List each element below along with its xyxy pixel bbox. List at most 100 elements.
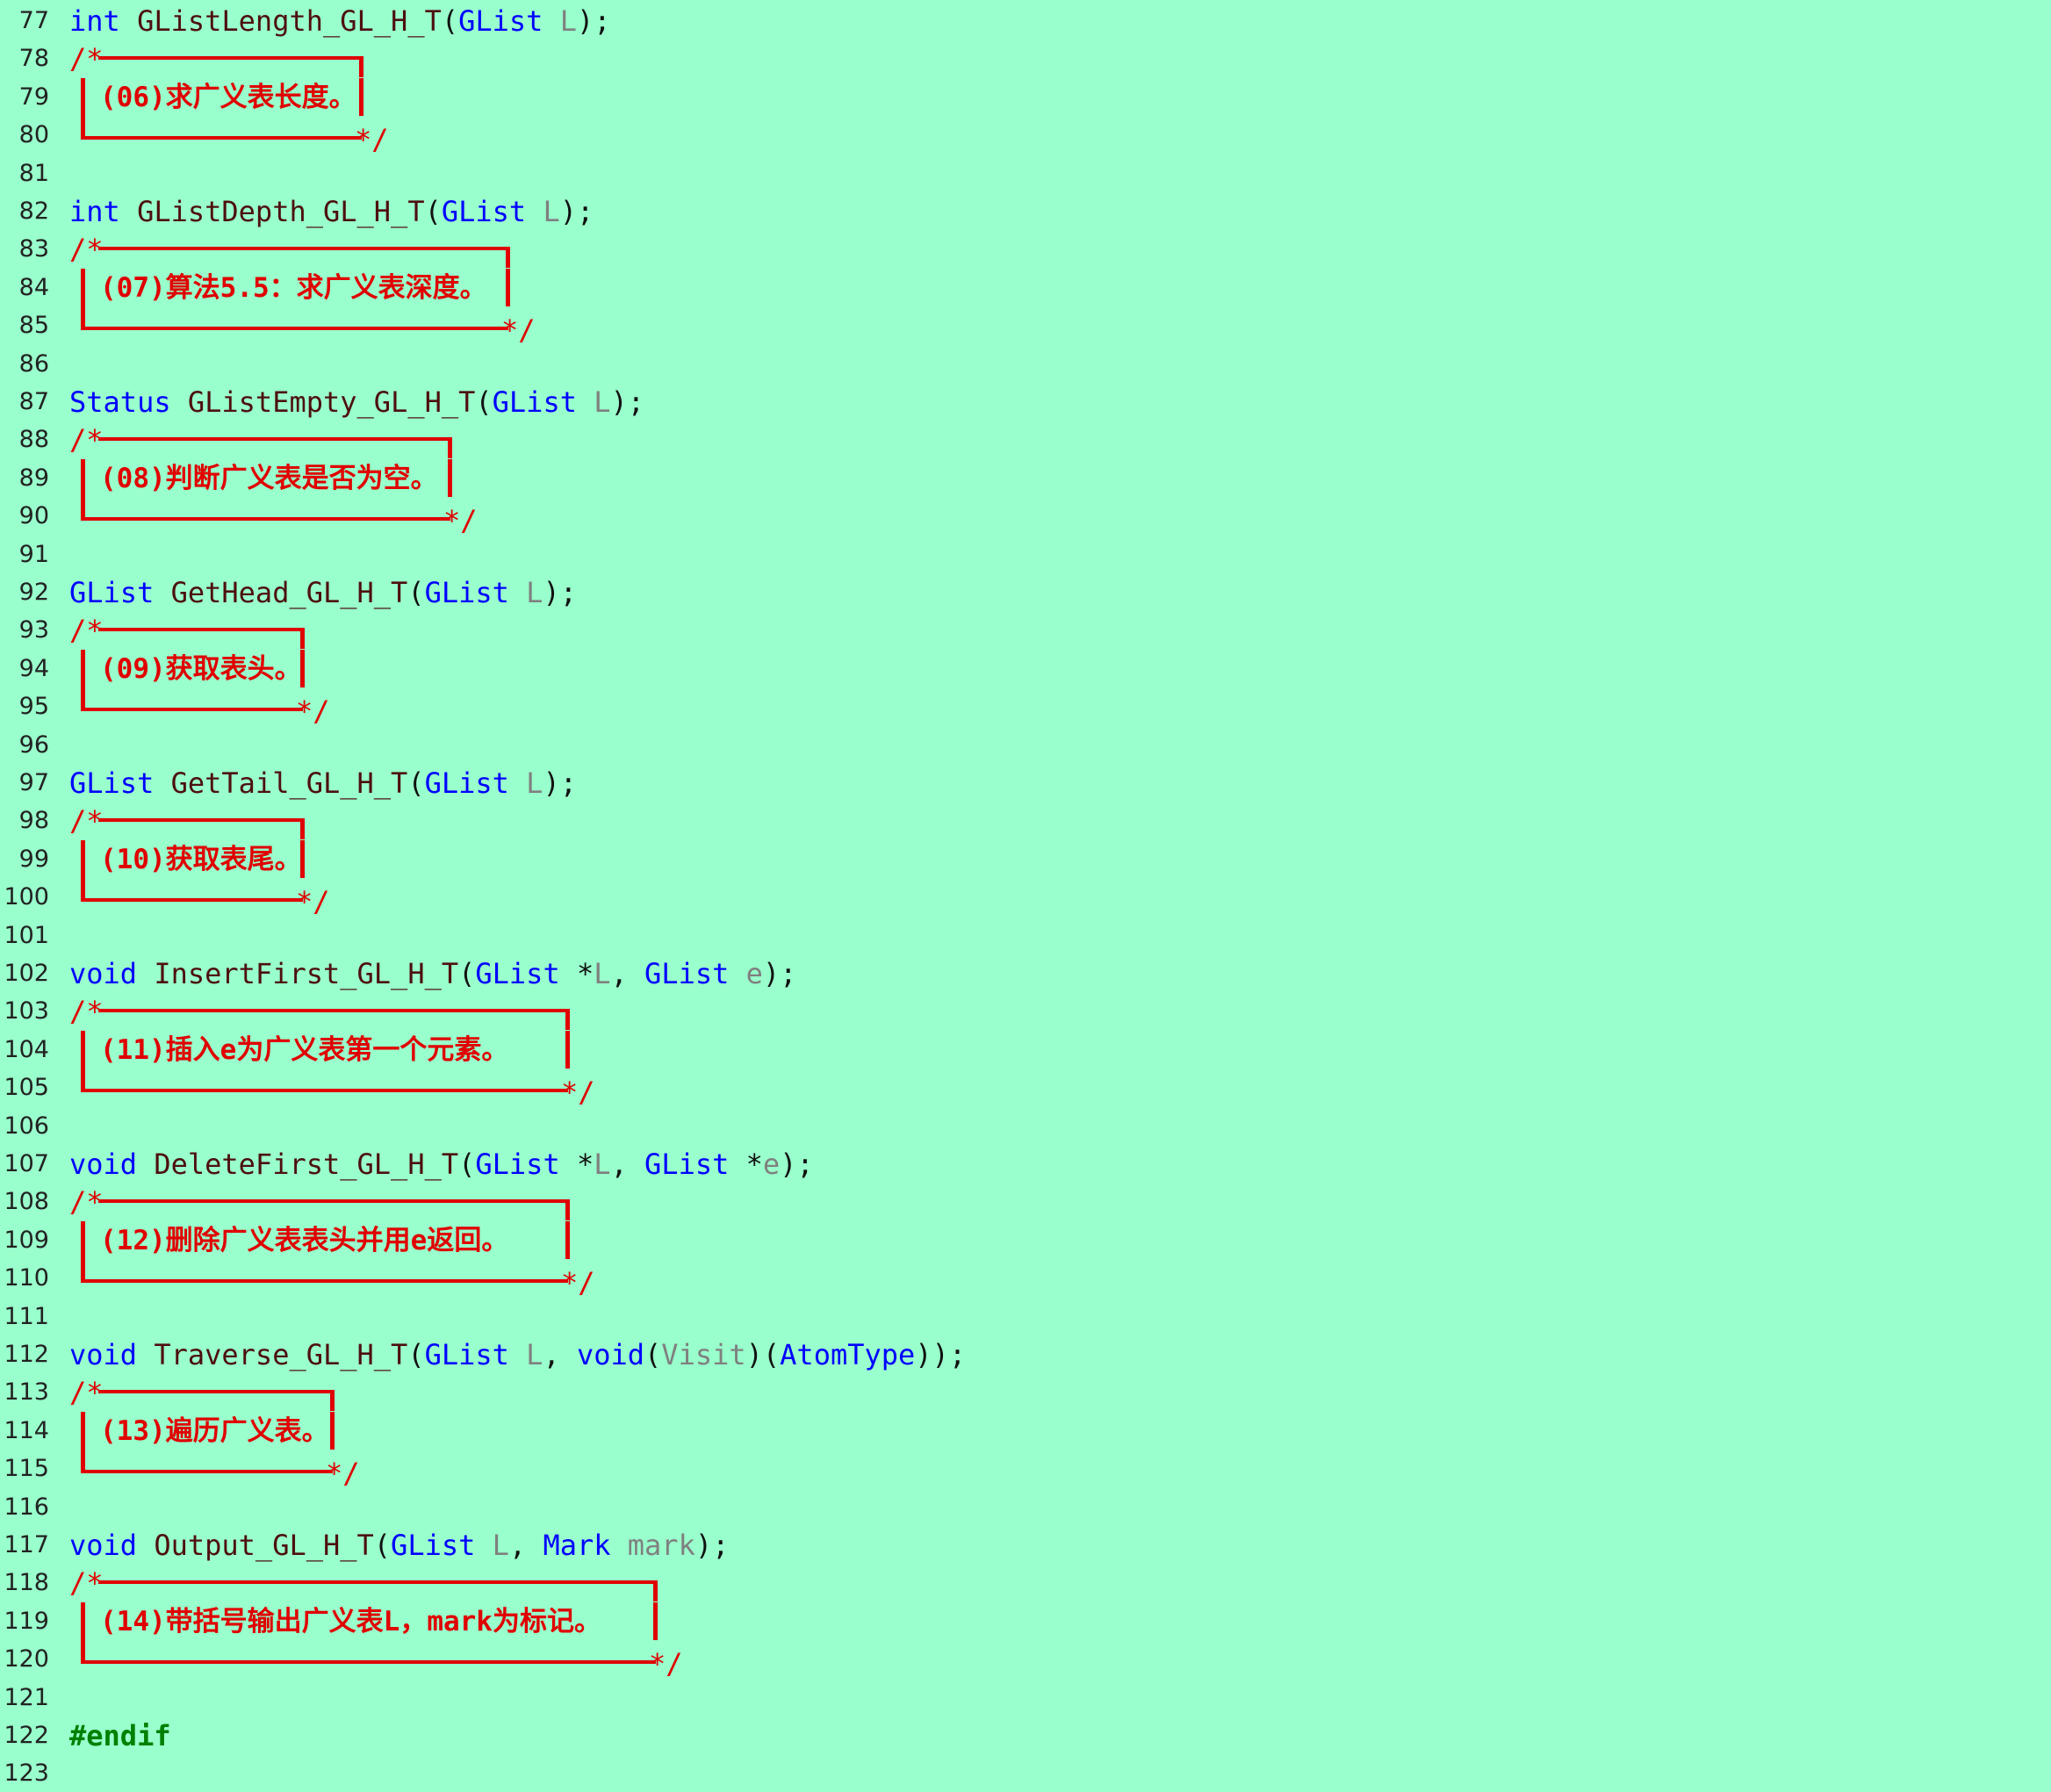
code-token: GList <box>424 1338 509 1371</box>
code-line[interactable]: 113/* <box>0 1373 2051 1412</box>
code-token: GList <box>644 1148 730 1181</box>
line-number: 99 <box>18 845 49 873</box>
code-line[interactable]: 122 #endif <box>0 1716 2051 1754</box>
code-editor[interactable]: 77 int GListLength_GL_H_T(GList L); 78/* 79… <box>0 0 2051 1788</box>
code-line[interactable]: 80 */ <box>0 116 2051 157</box>
code-line[interactable]: 114 (13)遍历广义表。 <box>0 1411 2051 1450</box>
code-line[interactable]: 102 void InsertFirst_GL_H_T(GList *L, GLi… <box>0 954 2051 992</box>
code-line[interactable]: 121 <box>0 1679 2051 1716</box>
code-line[interactable]: 78/* <box>0 40 2051 78</box>
code-line[interactable]: 96 <box>0 726 2051 764</box>
code-line[interactable]: 85 */ <box>0 306 2051 347</box>
code-token: L <box>526 1338 543 1371</box>
line-number: 104 <box>4 1035 49 1063</box>
code-token: Output_GL_H_T <box>154 1529 374 1562</box>
code-line[interactable]: 116 <box>0 1488 2051 1526</box>
comment-box-top-border <box>98 56 363 61</box>
comment-box-top-border <box>98 1390 335 1394</box>
code-line[interactable]: 79 (06)求广义表长度。 <box>0 77 2051 116</box>
code-line[interactable]: 123 <box>0 1754 2051 1792</box>
code-token: ); <box>543 576 577 609</box>
code-line[interactable]: 115 */ <box>0 1450 2051 1490</box>
code-line[interactable]: 109 (12)删除广义表表头并用e返回。 <box>0 1220 2051 1259</box>
comment-box-right-border <box>448 437 452 459</box>
line-number: 107 <box>4 1150 49 1177</box>
comment-close-mark: */ <box>355 123 389 157</box>
code-token: GList <box>424 766 509 800</box>
line-number: 97 <box>18 769 49 796</box>
code-token: , <box>610 957 645 990</box>
code-token: ); <box>543 766 577 800</box>
line-number: 114 <box>4 1416 49 1444</box>
code-token: L <box>559 4 577 38</box>
code-line[interactable]: 82 int GListDepth_GL_H_T(GList L); <box>0 192 2051 230</box>
line-number: 118 <box>4 1569 49 1597</box>
comment-box-bottom-border <box>81 136 362 140</box>
code-line[interactable]: 105 */ <box>0 1069 2051 1109</box>
code-line[interactable]: 119 (14)带括号输出广义表L，mark为标记。 <box>0 1601 2051 1640</box>
code-line[interactable]: 90 */ <box>0 497 2051 537</box>
code-line[interactable]: 99 (10)获取表尾。 <box>0 839 2051 878</box>
comment-box-left-border <box>81 1601 85 1640</box>
code-token: )( <box>745 1338 781 1371</box>
code-line[interactable]: 107 void DeleteFirst_GL_H_T(GList *L, GLi… <box>0 1145 2051 1183</box>
code-line[interactable]: 101 <box>0 917 2051 954</box>
line-number: 102 <box>4 960 49 987</box>
code-line[interactable]: 104 (11)插入e为广义表第一个元素。 <box>0 1030 2051 1069</box>
code-token: L <box>594 957 611 990</box>
code-line[interactable]: 118/* <box>0 1564 2051 1602</box>
line-number: 111 <box>4 1302 49 1330</box>
line-number: 106 <box>4 1112 49 1140</box>
code-line[interactable]: 92 GList GetHead_GL_H_T(GList L); <box>0 573 2051 611</box>
line-number: 89 <box>18 464 49 492</box>
line-number: 115 <box>4 1455 49 1483</box>
code-line[interactable]: 100 */ <box>0 878 2051 918</box>
comment-box-top-border <box>98 1580 658 1585</box>
code-line[interactable]: 111 <box>0 1298 2051 1335</box>
code-line[interactable]: 117 void Output_GL_H_T(GList L, Mark mark… <box>0 1526 2051 1564</box>
code-line[interactable]: 108/* <box>0 1183 2051 1221</box>
code-line[interactable]: 87 Status GListEmpty_GL_H_T(GList L); <box>0 383 2051 421</box>
code-line[interactable]: 84 (07)算法5.5：求广义表深度。 <box>0 268 2051 306</box>
line-number: 100 <box>4 883 49 911</box>
line-number: 96 <box>18 730 49 759</box>
code-token: DeleteFirst_GL_H_T <box>154 1148 459 1181</box>
code-line[interactable]: 112 void Traverse_GL_H_T(GList L, void(Vi… <box>0 1335 2051 1373</box>
code-line[interactable]: 89 (08)判断广义表是否为空。 <box>0 458 2051 497</box>
code-line[interactable]: 98/* <box>0 802 2051 840</box>
code-line[interactable]: 95 */ <box>0 687 2051 728</box>
code-token: GList <box>475 1148 560 1181</box>
code-line[interactable]: 97 GList GetTail_GL_H_T(GList L); <box>0 764 2051 802</box>
code-line[interactable]: 86 <box>0 345 2051 383</box>
comment-box-right-border <box>300 628 305 650</box>
code-line[interactable]: 83/* <box>0 230 2051 269</box>
line-number: 78 <box>18 45 49 73</box>
code-token: #endif <box>69 1719 171 1752</box>
code-line[interactable]: 120 */ <box>0 1640 2051 1680</box>
line-number: 105 <box>4 1074 49 1102</box>
code-line[interactable]: 106 <box>0 1107 2051 1145</box>
line-number: 79 <box>18 83 49 111</box>
line-number: 120 <box>4 1645 49 1673</box>
code-line[interactable]: 91 <box>0 536 2051 573</box>
code-line[interactable]: 93/* <box>0 611 2051 650</box>
code-text: void Traverse_GL_H_T(GList L, void(Visit… <box>69 1337 966 1372</box>
comment-box-left-border <box>81 1030 85 1069</box>
code-text: void DeleteFirst_GL_H_T(GList *L, GList … <box>69 1147 814 1182</box>
comment-box-right-border <box>506 247 510 269</box>
code-line[interactable]: 88/* <box>0 421 2051 459</box>
code-text: int GListDepth_GL_H_T(GList L); <box>69 194 594 229</box>
code-line[interactable]: 94 (09)获取表头。 <box>0 649 2051 687</box>
code-token: Traverse_GL_H_T <box>154 1338 408 1371</box>
code-token: GList <box>475 957 560 990</box>
code-line[interactable]: 110 */ <box>0 1259 2051 1299</box>
code-line[interactable]: 103/* <box>0 992 2051 1031</box>
code-line[interactable]: 81 <box>0 155 2051 192</box>
code-line[interactable]: 77 int GListLength_GL_H_T(GList L); <box>0 2 2051 40</box>
line-number: 80 <box>18 121 49 149</box>
